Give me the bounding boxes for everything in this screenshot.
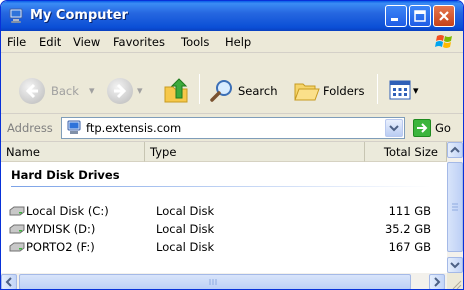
go-arrow-icon[interactable] — [413, 119, 431, 137]
vertical-scroll-thumb[interactable] — [447, 162, 463, 252]
my-computer-icon — [8, 8, 24, 24]
drive-name: MYDISK (D:) — [26, 222, 96, 236]
toolbar-separator — [199, 74, 200, 104]
table-row[interactable]: PORTO2 (F:) Local Disk 167 GB — [1, 238, 447, 256]
group-title: Hard Disk Drives — [11, 168, 120, 182]
column-header-type[interactable]: Type — [145, 142, 365, 162]
menu-favorites[interactable]: Favorites — [113, 35, 165, 49]
address-dropdown-icon[interactable] — [385, 119, 403, 137]
hard-drive-icon — [9, 242, 25, 255]
address-value: ftp.extensis.com — [86, 121, 182, 135]
up-folder-icon[interactable] — [163, 78, 191, 107]
folders-button-label[interactable]: Folders — [323, 84, 365, 98]
scroll-up-button[interactable] — [447, 142, 463, 158]
horizontal-scrollbar[interactable] — [1, 273, 447, 289]
menu-tools[interactable]: Tools — [181, 35, 209, 49]
search-button-label[interactable]: Search — [238, 84, 278, 98]
title-bar[interactable]: My Computer — [1, 1, 463, 31]
horizontal-scroll-thumb[interactable] — [19, 274, 411, 289]
views-dropdown-icon[interactable]: ▾ — [413, 84, 419, 97]
ftp-site-icon — [66, 120, 82, 139]
menu-help[interactable]: Help — [225, 35, 251, 49]
address-bar: Address ftp.extensis.com Go — [1, 114, 463, 142]
drive-type: Local Disk — [156, 240, 215, 254]
drive-type: Local Disk — [156, 204, 215, 218]
minimize-button[interactable] — [385, 5, 407, 27]
column-header-total-size[interactable]: Total Size — [365, 142, 447, 162]
views-icon[interactable] — [389, 80, 411, 103]
search-icon[interactable] — [209, 78, 235, 107]
menu-view[interactable]: View — [73, 35, 100, 49]
address-label: Address — [7, 121, 53, 135]
back-arrow-icon[interactable] — [19, 78, 45, 104]
menu-file[interactable]: File — [7, 35, 26, 49]
drive-type: Local Disk — [156, 222, 215, 236]
file-list: Name Type Total Size Hard Disk Drives Lo… — [1, 142, 447, 273]
hard-drive-icon — [9, 224, 25, 237]
scroll-right-button[interactable] — [429, 274, 445, 289]
drive-size: 167 GB — [388, 240, 431, 254]
scroll-down-button[interactable] — [447, 257, 463, 273]
menu-edit[interactable]: Edit — [39, 35, 61, 49]
hard-drive-icon — [9, 206, 25, 219]
drive-size: 111 GB — [388, 204, 431, 218]
back-dropdown-icon[interactable]: ▾ — [89, 84, 95, 97]
forward-arrow-icon[interactable] — [107, 78, 133, 104]
drive-name: Local Disk (C:) — [26, 204, 109, 218]
back-button-label[interactable]: Back — [51, 84, 79, 98]
column-header-name[interactable]: Name — [1, 142, 145, 162]
windows-logo-icon — [429, 33, 457, 51]
menu-bar: File Edit View Favorites Tools Help — [1, 31, 463, 53]
toolbar-separator — [377, 74, 378, 104]
group-divider — [11, 186, 431, 187]
vertical-scrollbar[interactable] — [447, 142, 463, 273]
table-row[interactable]: Local Disk (C:) Local Disk 111 GB — [1, 202, 447, 220]
standard-toolbar: Back ▾ ▾ Search Folders ▾ — [1, 54, 463, 114]
scroll-left-button[interactable] — [1, 274, 17, 289]
close-button[interactable] — [433, 5, 455, 27]
folders-icon[interactable] — [293, 79, 321, 106]
address-input[interactable]: ftp.extensis.com — [61, 117, 405, 139]
size-grip[interactable] — [447, 273, 463, 289]
table-row[interactable]: MYDISK (D:) Local Disk 35.2 GB — [1, 220, 447, 238]
maximize-button[interactable] — [409, 5, 431, 27]
forward-dropdown-icon[interactable]: ▾ — [137, 84, 143, 97]
drive-name: PORTO2 (F:) — [26, 240, 95, 254]
explorer-window: My Computer File Edit View Favorites Too… — [0, 0, 464, 290]
window-title: My Computer — [30, 8, 128, 23]
go-button-label[interactable]: Go — [435, 121, 451, 135]
drive-size: 35.2 GB — [384, 222, 431, 236]
